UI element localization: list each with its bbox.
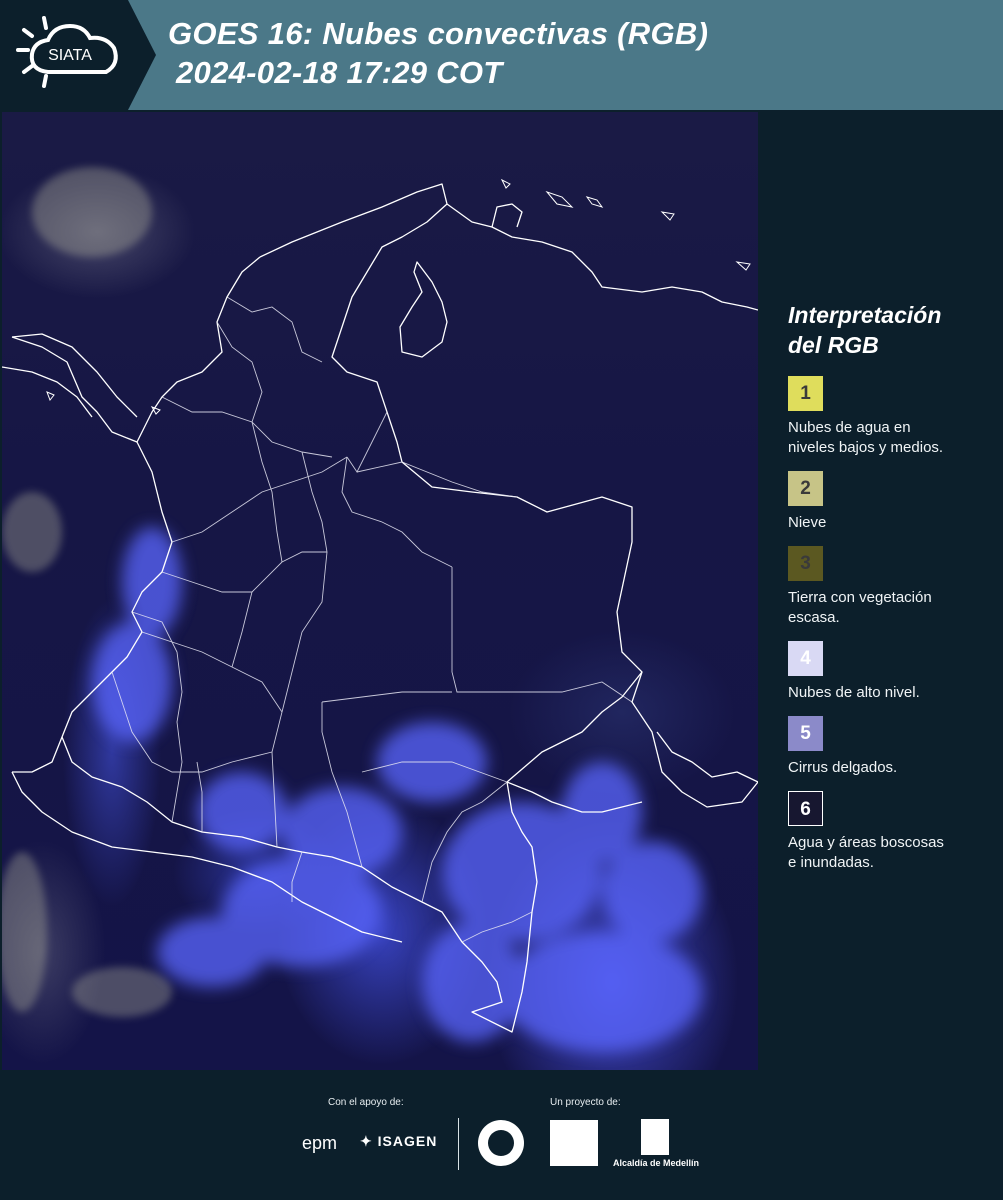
legend-label-2: Nieve <box>788 513 826 533</box>
legend-swatch-1: 1 <box>788 376 823 411</box>
rgb-legend: Interpretación del RGB 1 Nubes de agua en… <box>788 300 988 886</box>
legend-item-4: 4 Nubes de alto nivel. <box>788 641 988 716</box>
legend-label-6: Agua y áreas boscosas e inundadas. <box>788 833 944 873</box>
legend-label-4: Nubes de alto nivel. <box>788 683 920 703</box>
footer-divider <box>458 1118 459 1170</box>
legend-label-line: Nubes de agua en <box>788 419 911 436</box>
alcaldia-label: Alcaldía de Medellín <box>613 1158 700 1168</box>
alcaldia-emblem-icon <box>641 1119 669 1155</box>
legend-label-line: Nieve <box>788 514 827 531</box>
legend-item-3: 3 Tierra con vegetación escasa. <box>788 546 988 641</box>
legend-swatch-3: 3 <box>788 546 823 581</box>
project-caption: Un proyecto de: <box>550 1097 621 1108</box>
legend-item-1: 1 Nubes de agua en niveles bajos y medios. <box>788 376 988 471</box>
legend-label-line: Agua y áreas boscosas <box>788 834 944 851</box>
legend-label-1: Nubes de agua en niveles bajos y medios. <box>788 418 943 458</box>
isagen-icon: ✦ <box>360 1133 373 1149</box>
legend-swatch-6: 6 <box>788 791 823 826</box>
medellin-seal-icon <box>478 1120 524 1166</box>
legend-label-5: Cirrus delgados. <box>788 758 897 778</box>
legend-item-5: 5 Cirrus delgados. <box>788 716 988 791</box>
legend-swatch-4: 4 <box>788 641 823 676</box>
epm-logo: epm <box>302 1133 338 1153</box>
legend-swatch-5: 5 <box>788 716 823 751</box>
legend-label-line: e inundadas. <box>788 854 874 871</box>
page-title: GOES 16: Nubes convectivas (RGB) 2024-02… <box>168 14 708 92</box>
legend-label-line: niveles bajos y medios. <box>788 439 944 456</box>
legend-label-3: Tierra con vegetación escasa. <box>788 588 932 628</box>
legend-label-line: Cirrus delgados. <box>788 759 898 776</box>
isagen-logo: ✦ ISAGEN <box>360 1133 437 1150</box>
islands <box>46 178 751 415</box>
legend-item-2: 2 Nieve <box>788 471 988 546</box>
satellite-map[interactable] <box>2 112 758 1070</box>
siata-sun-cloud-icon: SIATA <box>16 16 118 88</box>
isagen-label: ISAGEN <box>377 1133 438 1149</box>
legend-swatch-2: 2 <box>788 471 823 506</box>
legend-title-line1: Interpretación <box>788 302 942 328</box>
legend-item-6: 6 Agua y áreas boscosas e inundadas. <box>788 791 988 886</box>
convective-clouds <box>92 527 702 1052</box>
map-overlay <box>2 167 758 1052</box>
support-caption: Con el apoyo de: <box>328 1097 404 1108</box>
legend-label-line: escasa. <box>788 609 840 626</box>
header: SIATA GOES 16: Nubes convectivas (RGB) 2… <box>0 0 1003 110</box>
legend-title-line2: del RGB <box>788 332 879 358</box>
siata-logo-text: SIATA <box>48 47 92 64</box>
legend-label-line: Nubes de alto nivel. <box>788 684 920 701</box>
legend-items: 1 Nubes de agua en niveles bajos y medios.… <box>788 376 988 886</box>
title-product: GOES 16: Nubes convectivas (RGB) <box>168 16 709 51</box>
logo-arrow <box>128 0 156 110</box>
legend-title: Interpretación del RGB <box>788 300 988 360</box>
legend-label-line: Tierra con vegetación <box>788 589 932 606</box>
logo-panel: SIATA <box>0 0 128 110</box>
title-timestamp: 2024-02-18 17:29 COT <box>176 55 503 90</box>
area-metropolitana-icon <box>550 1120 598 1166</box>
